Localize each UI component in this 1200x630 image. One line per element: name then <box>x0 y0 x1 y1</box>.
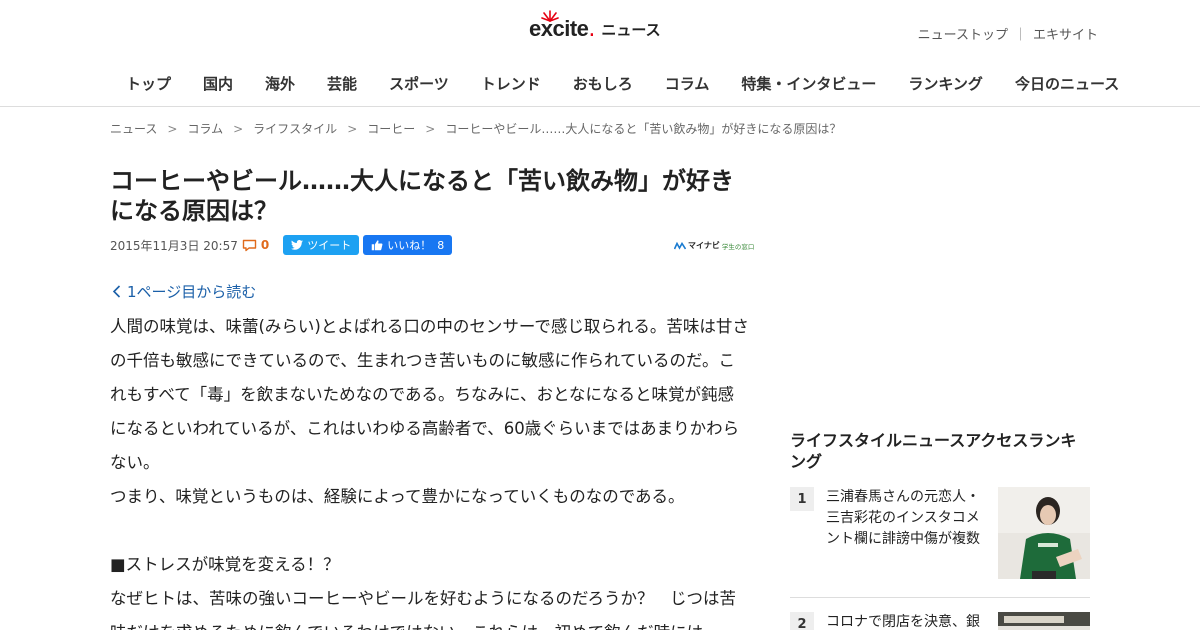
article-paragraph: なぜヒトは、苦味の強いコーヒーやビールを好むようになるのだろうか？ じつは苦味だ… <box>110 589 737 630</box>
nav-item-ranking[interactable]: ランキング <box>892 73 999 94</box>
rank-headline[interactable]: コロナで閉店を決意、銀 <box>826 612 986 630</box>
like-label: いいね！ <box>387 239 432 252</box>
read-from-page1-label: 1ページ目から読む <box>127 283 257 301</box>
source-name: マイナビ <box>688 241 720 250</box>
excite-news-logo[interactable]: excite . ニュース <box>529 10 661 46</box>
article-paragraph: つまり、味覚というものは、経験によって豊かになっていくものなのである。 <box>110 487 685 506</box>
nav-item-sports[interactable]: スポーツ <box>373 73 465 94</box>
breadcrumb-separator: > <box>347 121 358 136</box>
nav-item-feature[interactable]: 特集・インタビュー <box>725 73 892 94</box>
facebook-like-button[interactable]: いいね！ 8 <box>363 235 453 255</box>
nav-item-funny[interactable]: おもしろ <box>557 73 649 94</box>
breadcrumb: ニュース > コラム > ライフスタイル > コーヒー > コーヒーやビール……… <box>110 120 841 137</box>
like-count: 8 <box>437 238 445 252</box>
article-date: 2015年11月3日 20:57 <box>110 238 238 253</box>
rank-number: 2 <box>790 612 814 630</box>
rank-number: 1 <box>790 487 814 511</box>
person-photo-thumbnail <box>998 487 1090 579</box>
article-body: 人間の味覚は、味蕾(みらい)とよばれる口の中のセンサーで感じ取られる。苦味は甘さ… <box>110 310 750 630</box>
chevron-left-icon <box>112 285 121 298</box>
breadcrumb-separator: > <box>167 121 178 136</box>
breadcrumb-item-column[interactable]: コラム <box>187 120 223 137</box>
ranking-item-2[interactable]: 2 コロナで閉店を決意、銀 <box>790 612 1090 630</box>
source-logo[interactable]: マイナビ 学生の窓口 <box>674 240 754 251</box>
main-nav: トップ 国内 海外 芸能 スポーツ トレンド おもしろ コラム 特集・インタビュ… <box>110 73 1135 94</box>
store-photo-thumbnail <box>998 612 1090 630</box>
nav-item-trend[interactable]: トレンド <box>465 73 557 94</box>
toplink-excite[interactable]: エキサイト <box>1033 24 1098 43</box>
breadcrumb-separator: > <box>425 121 436 136</box>
article-subheading: ■ストレスが味覚を変える！？ <box>110 555 340 574</box>
rank-thumbnail[interactable] <box>998 612 1090 630</box>
source-subname: 学生の窓口 <box>721 242 755 251</box>
toplink-separator: ｜ <box>1013 28 1027 43</box>
nav-item-top[interactable]: トップ <box>110 73 187 94</box>
breadcrumb-item-news[interactable]: ニュース <box>110 120 157 137</box>
rank-headline[interactable]: 三浦春馬さんの元恋人・三吉彩花のインスタコメント欄に誹謗中傷が複数 <box>826 487 986 550</box>
logo-wordmark: excite <box>529 16 589 41</box>
mynavi-mark-icon <box>674 241 686 250</box>
thumbs-up-icon <box>371 240 383 251</box>
nav-item-entertainment[interactable]: 芸能 <box>311 73 373 94</box>
tweet-label: ツイート <box>307 239 352 252</box>
site-header: excite . ニュース ニューストップ ｜ エキサイト トップ 国内 海外 … <box>0 0 1200 107</box>
breadcrumb-separator: > <box>233 121 244 136</box>
article-title: コーヒーやビール……大人になると「苦い飲み物」が好きになる原因は？ <box>110 167 734 225</box>
ranking-item-1[interactable]: 1 三浦春馬さんの元恋人・三吉彩花のインスタコメント欄に誹謗中傷が複数 <box>790 487 1090 582</box>
breadcrumb-item-current: コーヒーやビール……大人になると「苦い飲み物」が好きになる原因は？ <box>445 122 842 136</box>
read-from-page1-link[interactable]: 1ページ目から読む <box>112 281 256 302</box>
comment-count: 0 <box>260 238 270 252</box>
logo-dot: . <box>588 16 596 42</box>
comment-icon <box>242 239 257 251</box>
article-meta: 2015年11月3日 20:57 0 ツイート いいね！ 8 <box>110 235 453 255</box>
logo-section: ニュース <box>601 20 661 39</box>
ranking-title: ライフスタイルニュースアクセスランキング <box>790 431 1077 471</box>
nav-item-column[interactable]: コラム <box>649 73 726 94</box>
twitter-bird-icon <box>291 240 304 250</box>
nav-item-overseas[interactable]: 海外 <box>249 73 311 94</box>
article-paragraph: 人間の味覚は、味蕾(みらい)とよばれる口の中のセンサーで感じ取られる。苦味は甘さ… <box>110 317 749 472</box>
breadcrumb-item-coffee[interactable]: コーヒー <box>367 120 415 137</box>
ranking-divider <box>790 597 1090 598</box>
nav-item-domestic[interactable]: 国内 <box>187 73 249 94</box>
comment-count-link[interactable]: 0 <box>242 238 269 252</box>
nav-item-today[interactable]: 今日のニュース <box>999 73 1135 94</box>
tweet-button[interactable]: ツイート <box>283 235 360 255</box>
rank-thumbnail[interactable] <box>998 487 1090 579</box>
breadcrumb-item-lifestyle[interactable]: ライフスタイル <box>253 120 337 137</box>
toplink-news-top[interactable]: ニューストップ <box>918 24 1008 43</box>
header-toplinks: ニューストップ ｜ エキサイト <box>918 24 1098 43</box>
